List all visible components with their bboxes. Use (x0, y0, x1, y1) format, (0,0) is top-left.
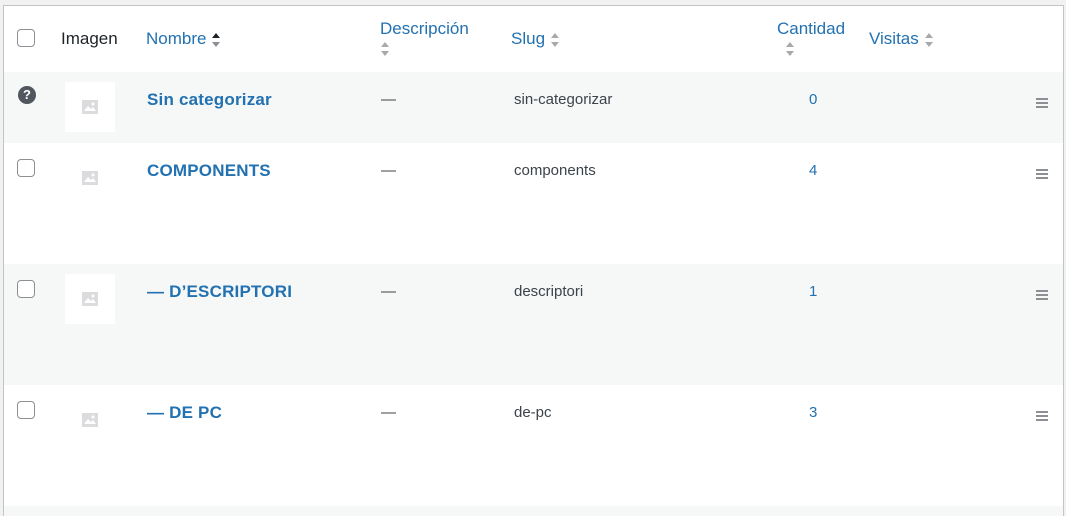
column-description[interactable]: Descripción (380, 18, 469, 63)
select-all-checkbox[interactable] (17, 29, 35, 47)
row-description: — (381, 91, 396, 108)
column-visits-link[interactable]: Visitas (869, 29, 919, 48)
column-name[interactable]: Nombre (146, 28, 221, 50)
column-count-link[interactable]: Cantidad (777, 19, 845, 38)
table-header: Imagen Nombre Descripción Slug Cantidad … (4, 6, 1063, 73)
column-slug[interactable]: Slug (511, 28, 560, 50)
column-description-link[interactable]: Descripción (380, 19, 469, 38)
table-row: ? Sin categorizar — sin-categorizar 0 (4, 72, 1063, 143)
sort-icon[interactable] (380, 41, 469, 63)
row-slug: de-pc (514, 404, 552, 421)
drag-handle-icon[interactable] (1036, 98, 1048, 110)
drag-handle-icon[interactable] (1036, 411, 1048, 423)
column-visits[interactable]: Visitas (869, 28, 934, 50)
row-count-link[interactable]: 1 (809, 281, 817, 303)
categories-table: Imagen Nombre Descripción Slug Cantidad … (3, 5, 1064, 516)
sort-active-icon[interactable] (211, 32, 221, 48)
row-name-link[interactable]: — DE PC (147, 402, 222, 424)
column-count[interactable]: Cantidad (777, 18, 845, 63)
table-row: — DE PC — de-pc 3 (4, 385, 1063, 506)
column-name-link[interactable]: Nombre (146, 29, 206, 48)
sort-icon[interactable] (550, 32, 560, 48)
row-checkbox[interactable] (17, 159, 35, 177)
image-placeholder-icon (65, 82, 115, 132)
image-placeholder-icon (65, 274, 115, 324)
sort-icon[interactable] (924, 32, 934, 48)
image-placeholder-icon (65, 153, 115, 203)
row-checkbox[interactable] (17, 401, 35, 419)
row-slug: descriptori (514, 283, 584, 300)
column-slug-link[interactable]: Slug (511, 29, 545, 48)
row-count-link[interactable]: 3 (809, 402, 817, 424)
question-circle-icon[interactable]: ? (18, 86, 36, 104)
row-slug: components (514, 162, 596, 179)
row-count-link[interactable]: 0 (809, 89, 817, 111)
column-image: Imagen (61, 29, 118, 48)
table-row: — D’ESCRIPTORI — descriptori 1 (4, 264, 1063, 385)
table-row: COMPONENTS — components 4 (4, 143, 1063, 264)
row-name-link[interactable]: Sin categorizar (147, 89, 272, 111)
drag-handle-icon[interactable] (1036, 169, 1048, 181)
row-description: — (381, 162, 396, 179)
image-placeholder-icon (65, 395, 115, 445)
drag-handle-icon[interactable] (1036, 290, 1048, 302)
row-description: — (381, 283, 396, 300)
row-name-link[interactable]: COMPONENTS (147, 160, 271, 182)
row-name-link[interactable]: — D’ESCRIPTORI (147, 281, 292, 303)
row-description: — (381, 404, 396, 421)
sort-icon[interactable] (785, 41, 845, 63)
row-checkbox[interactable] (17, 280, 35, 298)
row-count-link[interactable]: 4 (809, 160, 817, 182)
row-slug: sin-categorizar (514, 91, 613, 108)
table-row (4, 506, 1063, 516)
